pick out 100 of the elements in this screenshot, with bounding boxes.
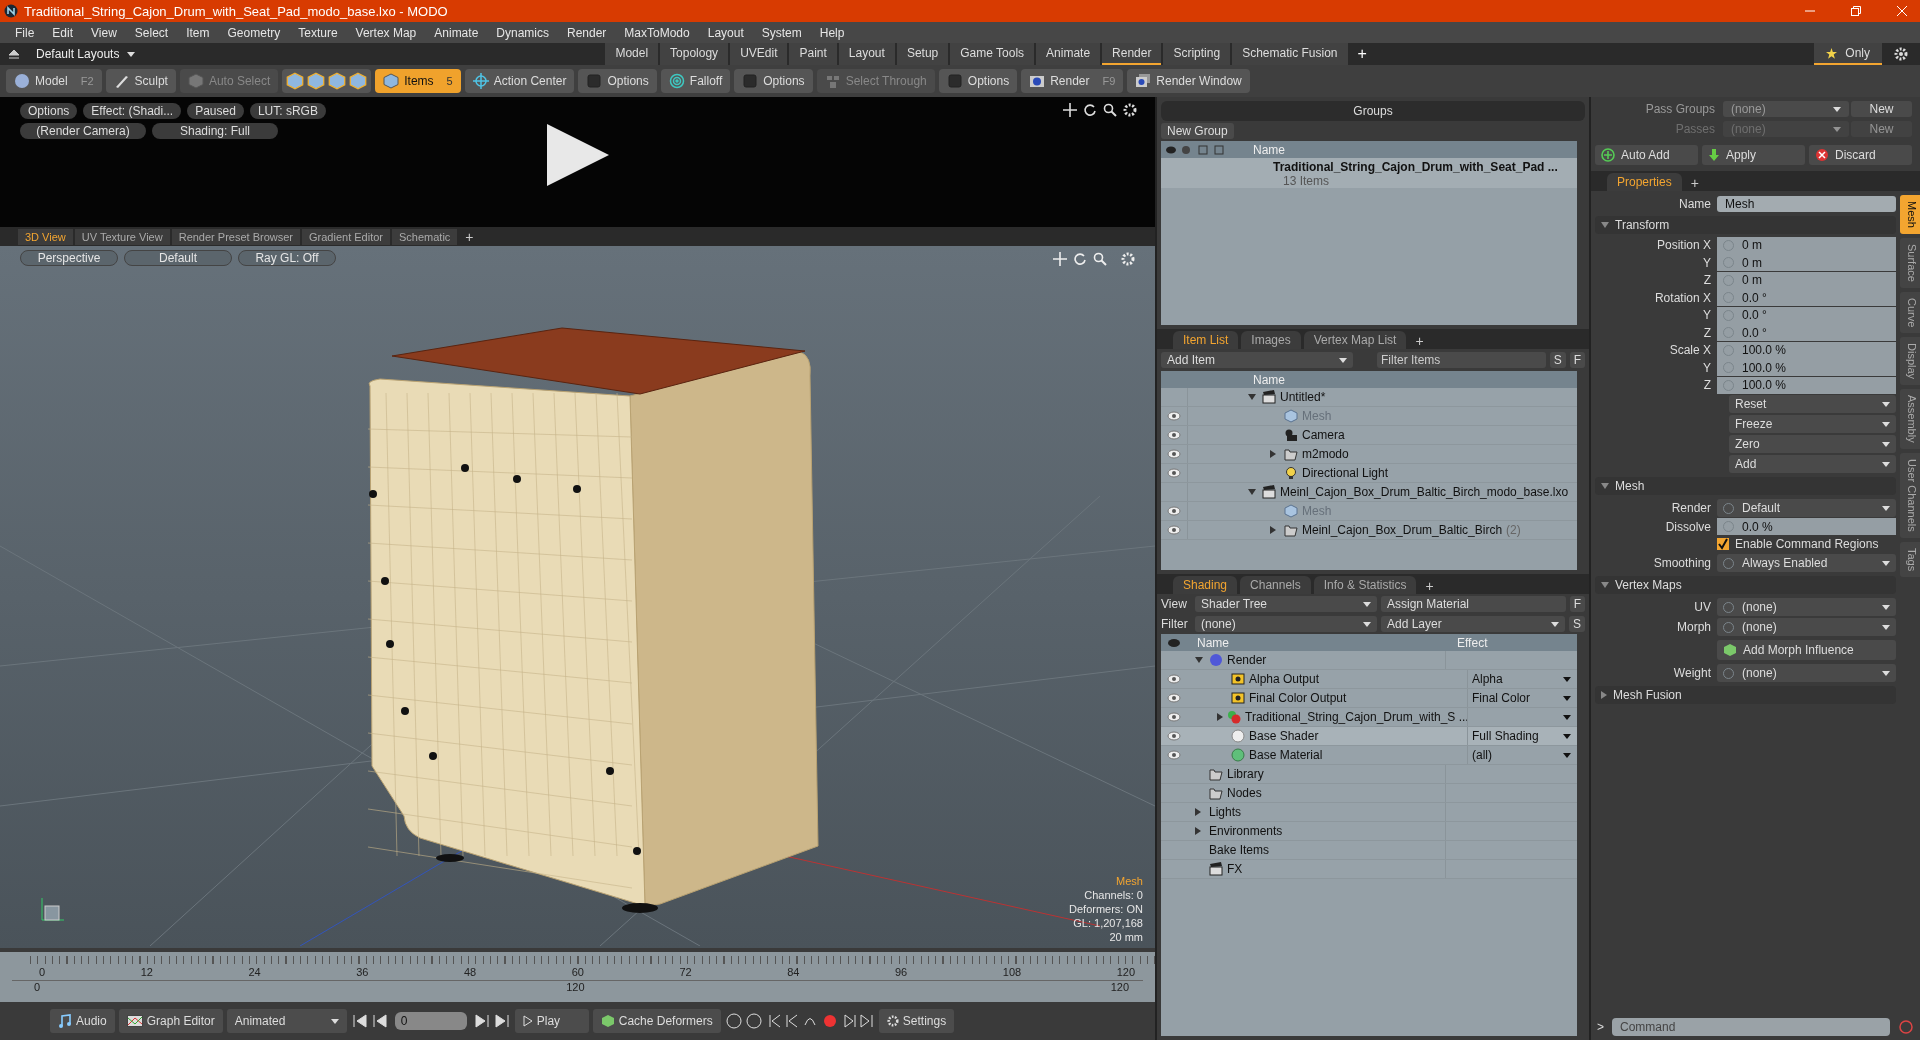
- menu-item[interactable]: Vertex Map: [346, 25, 426, 40]
- layout-tab[interactable]: Topology: [660, 43, 729, 65]
- panel-tab[interactable]: Vertex Map List: [1303, 331, 1407, 349]
- layer-name[interactable]: Base Shader: [1249, 729, 1319, 743]
- menu-dropdown[interactable]: Add: [1729, 455, 1896, 473]
- expander-icon[interactable]: [1248, 489, 1256, 495]
- layer-name[interactable]: Environments: [1209, 824, 1283, 838]
- move-icon[interactable]: [1063, 103, 1077, 117]
- expander-icon[interactable]: [1248, 394, 1256, 400]
- preview-option-button[interactable]: (Render Camera): [20, 123, 146, 139]
- graph-editor-button[interactable]: Graph Editor: [118, 1009, 223, 1033]
- panel-tab[interactable]: Item List: [1173, 331, 1239, 349]
- toolbar-button[interactable]: Model F2: [6, 69, 102, 93]
- eye-icon[interactable]: [1167, 712, 1181, 722]
- dropdown-field[interactable]: Default: [1717, 499, 1896, 517]
- layout-tab[interactable]: Render: [1102, 43, 1162, 65]
- item-name[interactable]: Meinl_Cajon_Box_Drum_Baltic_Birch: [1302, 523, 1503, 537]
- expander-icon[interactable]: [1270, 526, 1276, 534]
- toolbar-button[interactable]: Render F9: [1021, 69, 1124, 93]
- rotate-icon[interactable]: [1083, 103, 1097, 117]
- toolbar-button[interactable]: Render Window: [1127, 69, 1250, 93]
- section-header[interactable]: Vertex Maps: [1595, 576, 1896, 594]
- preview-option-button[interactable]: Shading: Full: [152, 123, 278, 139]
- side-tab[interactable]: Display: [1900, 337, 1920, 386]
- menu-dropdown[interactable]: Zero: [1729, 435, 1896, 453]
- layout-tab[interactable]: UVEdit: [730, 43, 788, 65]
- menu-item[interactable]: Select: [125, 25, 178, 40]
- layer-name[interactable]: Alpha Output: [1249, 672, 1320, 686]
- animation-mode-dropdown[interactable]: Animated: [226, 1009, 347, 1033]
- viewport-option-button[interactable]: Ray GL: Off: [238, 250, 336, 266]
- assign-material-button[interactable]: Assign Material: [1381, 596, 1566, 612]
- view-dropdown[interactable]: Shader Tree: [1195, 596, 1377, 612]
- viewport-option-button[interactable]: Default: [124, 250, 232, 266]
- menu-item[interactable]: Dynamics: [487, 25, 558, 40]
- caret-icon[interactable]: [1563, 695, 1571, 701]
- layout-tab[interactable]: Layout: [838, 43, 895, 65]
- panel-tab[interactable]: Info & Statistics: [1313, 576, 1417, 594]
- value-field[interactable]: 0.0 %: [1717, 518, 1896, 536]
- viewport-tab[interactable]: UV Texture View: [74, 228, 170, 245]
- panel-tab[interactable]: Channels: [1240, 576, 1311, 594]
- preview-option-button[interactable]: Options: [20, 103, 78, 119]
- value-field[interactable]: 100.0 %: [1717, 341, 1896, 359]
- eye-icon[interactable]: [1167, 674, 1181, 684]
- menu-dropdown[interactable]: Freeze: [1729, 415, 1896, 433]
- eye-icon[interactable]: [1167, 525, 1181, 535]
- section-header[interactable]: Mesh Fusion: [1595, 686, 1896, 704]
- viewport-tab[interactable]: Render Preset Browser: [171, 228, 300, 245]
- side-tab[interactable]: Surface: [1900, 237, 1920, 288]
- toolbar-button[interactable]: Action Center: [464, 69, 575, 93]
- s-button[interactable]: S: [1549, 352, 1566, 368]
- restore-icon[interactable]: [1850, 5, 1862, 17]
- auto-add-button[interactable]: Auto Add: [1595, 145, 1698, 165]
- expander-icon[interactable]: [1195, 657, 1203, 663]
- value-field[interactable]: 100.0 %: [1717, 376, 1896, 394]
- filter-field[interactable]: Filter Items: [1377, 352, 1546, 368]
- side-tab[interactable]: Mesh: [1900, 195, 1920, 234]
- eye-icon[interactable]: [1167, 693, 1181, 703]
- new-group-button[interactable]: New Group: [1161, 123, 1234, 139]
- add-tab-button[interactable]: +: [1349, 45, 1375, 63]
- item-name[interactable]: Camera: [1302, 428, 1345, 442]
- layout-tab[interactable]: Paint: [789, 43, 837, 65]
- preview-option-button[interactable]: LUT: sRGB: [249, 103, 326, 119]
- settings-button[interactable]: Settings: [878, 1009, 955, 1033]
- layout-tab[interactable]: Model: [605, 43, 659, 65]
- item-name[interactable]: Meinl_Cajon_Box_Drum_Baltic_Birch_modo_base.lxo: [1280, 485, 1569, 499]
- play-icon[interactable]: [545, 122, 611, 188]
- command-field[interactable]: Command: [1612, 1018, 1890, 1036]
- toolbar-button[interactable]: Items 5: [375, 69, 461, 93]
- checkbox[interactable]: [1717, 538, 1729, 551]
- layouts-dropdown[interactable]: Default Layouts: [36, 47, 136, 61]
- viewport-option-button[interactable]: Perspective: [20, 250, 118, 266]
- menu-item[interactable]: File: [6, 25, 44, 40]
- menu-item[interactable]: Texture: [289, 25, 347, 40]
- side-tab[interactable]: Assembly: [1900, 389, 1920, 449]
- settings-icon[interactable]: [1894, 47, 1908, 61]
- add-tab-button[interactable]: +: [459, 228, 480, 245]
- menu-item[interactable]: System: [752, 25, 811, 40]
- item-name[interactable]: Directional Light: [1302, 466, 1389, 480]
- menu-item[interactable]: Help: [810, 25, 854, 40]
- layout-tab[interactable]: Setup: [896, 43, 949, 65]
- panel-tab[interactable]: Images: [1241, 331, 1301, 349]
- panel-tab[interactable]: Shading: [1173, 576, 1238, 594]
- viewport-tab[interactable]: 3D View: [18, 228, 73, 245]
- settings-icon[interactable]: [1123, 103, 1137, 117]
- value-field[interactable]: 0 m: [1717, 236, 1896, 254]
- preview-option-button[interactable]: Paused: [187, 103, 244, 119]
- caret-icon[interactable]: [1563, 714, 1571, 720]
- viewport-tab[interactable]: Gradient Editor: [302, 228, 390, 245]
- layer-name[interactable]: Base Material: [1249, 748, 1323, 762]
- section-header[interactable]: Mesh: [1595, 477, 1896, 495]
- add-layer-dropdown[interactable]: Add Layer: [1381, 616, 1565, 632]
- layer-name[interactable]: Render: [1227, 653, 1267, 667]
- s-button[interactable]: S: [1569, 616, 1585, 632]
- menu-item[interactable]: Animate: [425, 25, 488, 40]
- layout-tab[interactable]: Game Tools: [950, 43, 1035, 65]
- layout-tab[interactable]: Schematic Fusion: [1232, 43, 1348, 65]
- side-tab[interactable]: User Channels: [1900, 452, 1920, 538]
- eye-icon[interactable]: [1167, 750, 1181, 760]
- f-button[interactable]: F: [1569, 596, 1585, 612]
- layer-name[interactable]: Bake Items: [1209, 843, 1270, 857]
